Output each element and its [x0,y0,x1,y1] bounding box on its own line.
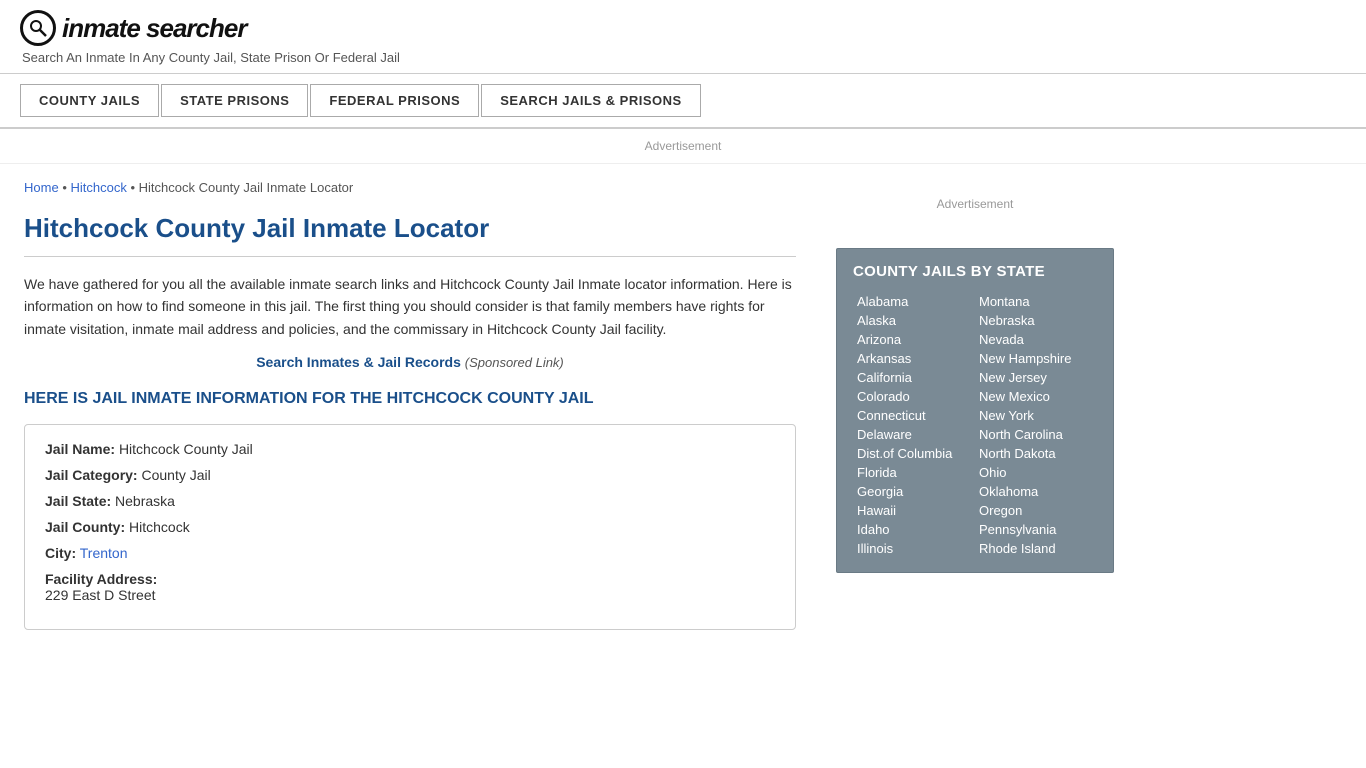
ad-banner: Advertisement [0,129,1366,164]
section-heading: HERE IS JAIL INMATE INFORMATION FOR THE … [24,390,796,408]
content-area: Home • Hitchcock • Hitchcock County Jail… [0,164,820,646]
widget-title: COUNTY JAILS BY STATE [853,263,1097,280]
info-row-jail-county: Jail County: Hitchcock [45,519,775,535]
state-georgia[interactable]: Georgia [853,482,975,501]
state-florida[interactable]: Florida [853,463,975,482]
state-ohio[interactable]: Ohio [975,463,1097,482]
page-title: Hitchcock County Jail Inmate Locator [24,213,796,257]
states-col2: Montana Nebraska Nevada New Hampshire Ne… [975,292,1097,558]
value-address: 229 East D Street [45,587,156,603]
state-new-hampshire[interactable]: New Hampshire [975,349,1097,368]
state-north-dakota[interactable]: North Dakota [975,444,1097,463]
state-pennsylvania[interactable]: Pennsylvania [975,520,1097,539]
info-row-address: Facility Address: 229 East D Street [45,571,775,603]
state-rhode-island[interactable]: Rhode Island [975,539,1097,558]
state-alaska[interactable]: Alaska [853,311,975,330]
breadcrumb-current: Hitchcock County Jail Inmate Locator [139,180,354,195]
value-city: Trenton [80,545,128,561]
state-oregon[interactable]: Oregon [975,501,1097,520]
value-jail-name: Hitchcock County Jail [119,441,253,457]
state-new-york[interactable]: New York [975,406,1097,425]
sidebar: Advertisement COUNTY JAILS BY STATE Alab… [820,164,1130,646]
state-california[interactable]: California [853,368,975,387]
sidebar-ad: Advertisement [836,174,1114,234]
nav: COUNTY JAILS STATE PRISONS FEDERAL PRISO… [0,74,1366,129]
value-jail-category: County Jail [141,467,210,483]
info-box: Jail Name: Hitchcock County Jail Jail Ca… [24,424,796,630]
main-layout: Home • Hitchcock • Hitchcock County Jail… [0,164,1366,646]
state-arizona[interactable]: Arizona [853,330,975,349]
info-row-jail-category: Jail Category: County Jail [45,467,775,483]
header: inmate searcher Search An Inmate In Any … [0,0,1366,74]
logo-text: inmate searcher [62,13,246,44]
label-jail-state: Jail State: [45,493,111,509]
state-new-mexico[interactable]: New Mexico [975,387,1097,406]
state-illinois[interactable]: Illinois [853,539,975,558]
state-colorado[interactable]: Colorado [853,387,975,406]
sponsored-text: (Sponsored Link) [465,355,564,370]
states-grid: Alabama Alaska Arizona Arkansas Californ… [853,292,1097,558]
search-link[interactable]: Search Inmates & Jail Records [256,354,461,370]
tagline: Search An Inmate In Any County Jail, Sta… [22,50,1346,65]
description: We have gathered for you all the availab… [24,273,796,340]
breadcrumb: Home • Hitchcock • Hitchcock County Jail… [24,180,796,195]
nav-state-prisons[interactable]: STATE PRISONS [161,84,308,117]
breadcrumb-hitchcock[interactable]: Hitchcock [70,180,126,195]
county-jails-widget: COUNTY JAILS BY STATE Alabama Alaska Ari… [836,248,1114,573]
logo-icon [20,10,56,46]
label-jail-category: Jail Category: [45,467,138,483]
value-jail-state: Nebraska [115,493,175,509]
label-address: Facility Address: [45,571,157,587]
state-north-carolina[interactable]: North Carolina [975,425,1097,444]
search-link-container: Search Inmates & Jail Records (Sponsored… [24,354,796,370]
state-oklahoma[interactable]: Oklahoma [975,482,1097,501]
label-jail-name: Jail Name: [45,441,115,457]
state-montana[interactable]: Montana [975,292,1097,311]
state-dist-columbia[interactable]: Dist.of Columbia [853,444,975,463]
info-row-city: City: Trenton [45,545,775,561]
label-jail-county: Jail County: [45,519,125,535]
breadcrumb-home[interactable]: Home [24,180,59,195]
states-col1: Alabama Alaska Arizona Arkansas Californ… [853,292,975,558]
info-row-jail-state: Jail State: Nebraska [45,493,775,509]
breadcrumb-sep2: • [130,180,138,195]
state-arkansas[interactable]: Arkansas [853,349,975,368]
nav-search-jails[interactable]: SEARCH JAILS & PRISONS [481,84,700,117]
value-jail-county: Hitchcock [129,519,190,535]
state-nevada[interactable]: Nevada [975,330,1097,349]
nav-federal-prisons[interactable]: FEDERAL PRISONS [310,84,479,117]
state-hawaii[interactable]: Hawaii [853,501,975,520]
state-delaware[interactable]: Delaware [853,425,975,444]
state-nebraska[interactable]: Nebraska [975,311,1097,330]
state-alabama[interactable]: Alabama [853,292,975,311]
state-connecticut[interactable]: Connecticut [853,406,975,425]
label-city: City: [45,545,76,561]
info-row-jail-name: Jail Name: Hitchcock County Jail [45,441,775,457]
state-new-jersey[interactable]: New Jersey [975,368,1097,387]
logo-area: inmate searcher [20,10,1346,46]
state-idaho[interactable]: Idaho [853,520,975,539]
nav-county-jails[interactable]: COUNTY JAILS [20,84,159,117]
